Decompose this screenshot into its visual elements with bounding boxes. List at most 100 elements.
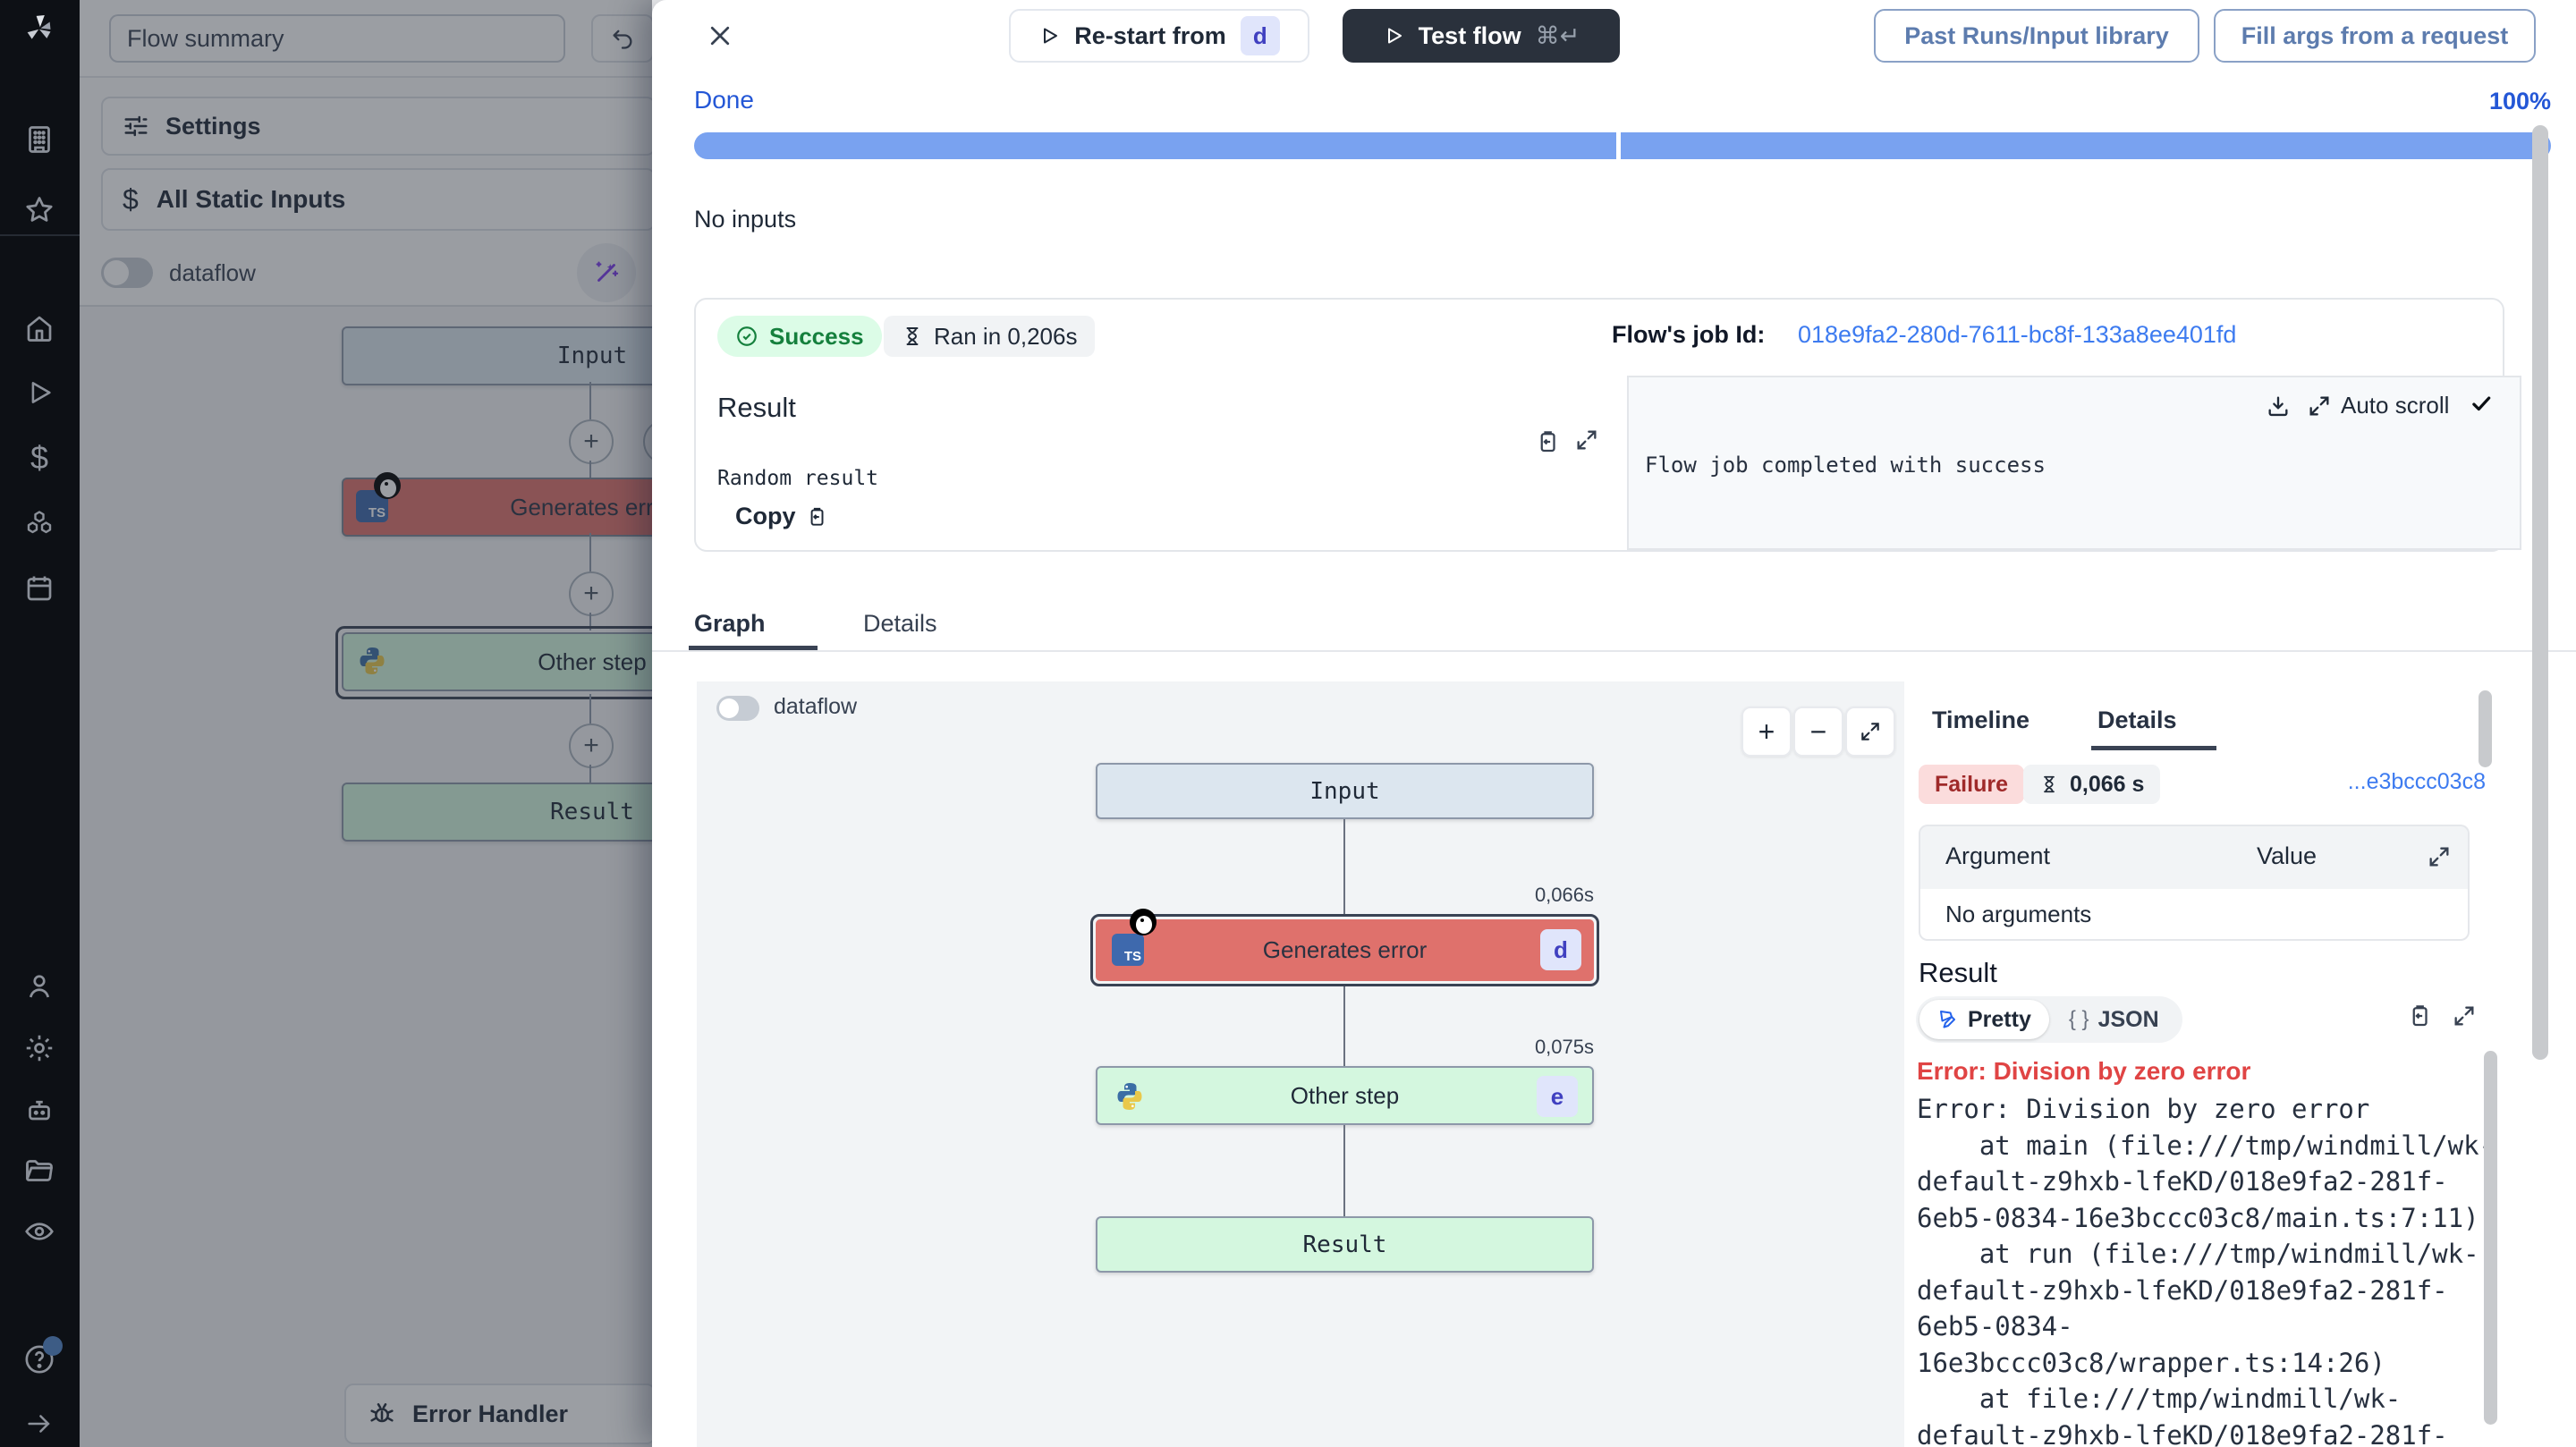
help-icon[interactable] xyxy=(21,1341,57,1377)
variables-dollar-icon[interactable]: $ xyxy=(21,440,57,476)
collapse-arrow-icon[interactable] xyxy=(21,1406,57,1442)
step-details-panel: Timeline Details Failure 0,066 s ...e3bc… xyxy=(1915,681,2541,1447)
fill-args-button[interactable]: Fill args from a request xyxy=(2214,9,2536,63)
schedules-calendar-icon[interactable] xyxy=(21,571,57,606)
result-value: Random result xyxy=(717,467,878,490)
node-label: Generates error xyxy=(1263,936,1428,964)
step-job-link[interactable]: ...e3bccc03c8 xyxy=(2348,769,2486,795)
result-scrollbar[interactable] xyxy=(2484,1051,2497,1425)
workspace-building-icon[interactable] xyxy=(21,122,57,157)
details-panel-scrollbar[interactable] xyxy=(2479,690,2492,767)
duration-badge-label: Ran in 0,206s xyxy=(934,323,1077,351)
windmill-flow-app: $ xyxy=(0,0,2576,1447)
workers-robot-icon[interactable] xyxy=(21,1093,57,1129)
job-id-link[interactable]: 018e9fa2-280d-7611-bc8f-133a8ee401fd xyxy=(1798,321,2236,349)
progress-step-divider xyxy=(1616,132,1621,159)
user-icon[interactable] xyxy=(21,969,57,1004)
stack-line: default-z9hxb-lfeKD/018e9fa2-281f- xyxy=(1917,1417,2489,1447)
json-label: JSON xyxy=(2098,1007,2159,1033)
favorites-star-icon[interactable] xyxy=(21,192,57,228)
graph-node-generates-error-selected[interactable]: TS Generates error d xyxy=(1090,914,1599,986)
graph-node-result[interactable]: Result xyxy=(1096,1216,1594,1273)
graph-node-generates-error: TS Generates error d xyxy=(1096,919,1594,981)
autoscroll-label[interactable]: Auto scroll xyxy=(2341,392,2449,419)
expand-logs-icon[interactable] xyxy=(2307,393,2332,419)
restart-from-button[interactable]: Re-start from d xyxy=(1009,9,1309,63)
copy-result-icon[interactable] xyxy=(1534,427,1561,456)
copy-button[interactable]: Copy xyxy=(735,503,828,530)
pretty-option[interactable]: Pretty xyxy=(1919,1000,2049,1039)
stack-line: at main (file:///tmp/windmill/wk- xyxy=(1917,1128,2489,1164)
help-notification-dot xyxy=(43,1336,63,1356)
graph-node-input[interactable]: Input xyxy=(1096,763,1594,819)
step-duration-label: 0,066 s xyxy=(2070,772,2144,798)
graph-node-other-step[interactable]: Other step e xyxy=(1096,1066,1594,1125)
runs-play-icon[interactable] xyxy=(21,375,57,410)
test-flow-label: Test flow xyxy=(1419,22,1521,50)
expand-result-icon[interactable] xyxy=(1574,427,1599,453)
stack-line: Error: Division by zero error xyxy=(1917,1091,2489,1128)
modal-scrollbar[interactable] xyxy=(2532,125,2548,1060)
tab-graph[interactable]: Graph xyxy=(694,610,766,638)
past-runs-button[interactable]: Past Runs/Input library xyxy=(1874,9,2199,63)
restart-from-label: Re-start from xyxy=(1074,22,1226,50)
copy-step-result-icon[interactable] xyxy=(2406,1002,2433,1030)
run-result-card: Success Ran in 0,206s Flow's job Id: 018… xyxy=(694,298,2504,552)
job-id-label: Flow's job Id: xyxy=(1612,321,1765,349)
run-progress-bar xyxy=(694,132,2551,159)
graph-dataflow-toggle[interactable] xyxy=(716,696,759,721)
error-stack-trace: Error: Division by zero error at main (f… xyxy=(1917,1091,2489,1447)
step-id-badge: e xyxy=(1537,1076,1578,1117)
json-option[interactable]: { } JSON xyxy=(2053,1007,2175,1033)
no-arguments-text: No arguments xyxy=(1945,901,2091,928)
no-inputs-text: No inputs xyxy=(694,206,796,233)
node-label: Other step xyxy=(1291,1082,1399,1110)
tab-step-details[interactable]: Details xyxy=(2097,707,2177,734)
download-logs-icon[interactable] xyxy=(2266,393,2291,419)
stack-line: 16e3bccc03c8/wrapper.ts:14:26) xyxy=(1917,1345,2489,1382)
hourglass-icon xyxy=(2039,774,2059,795)
result-pane-title: Result xyxy=(717,392,796,424)
node-label: Result xyxy=(1303,1231,1387,1258)
play-icon xyxy=(1383,24,1404,47)
duration-badge: Ran in 0,206s xyxy=(884,316,1095,357)
zoom-out-button[interactable]: − xyxy=(1793,707,1843,757)
windmill-logo-icon[interactable] xyxy=(21,11,57,47)
resources-cubes-icon[interactable] xyxy=(21,506,57,542)
modal-backdrop[interactable] xyxy=(80,0,652,1447)
col-value: Value xyxy=(2257,842,2317,870)
home-icon[interactable] xyxy=(21,310,57,346)
hourglass-icon xyxy=(902,325,923,348)
result-pane: Result Random result Copy xyxy=(708,376,1603,539)
fit-view-button[interactable] xyxy=(1845,707,1895,757)
status-badge-label: Success xyxy=(769,323,864,351)
arguments-empty-row: No arguments xyxy=(1919,889,2470,941)
toggle-knob xyxy=(719,698,739,718)
audit-eye-icon[interactable] xyxy=(21,1214,57,1249)
autoscroll-check-icon[interactable] xyxy=(2470,392,2493,415)
test-flow-shortcut: ⌘↵ xyxy=(1536,22,1580,50)
tab-details[interactable]: Details xyxy=(863,610,937,638)
stack-line: at run (file:///tmp/windmill/wk- xyxy=(1917,1236,2489,1273)
expand-step-result-icon[interactable] xyxy=(2452,1003,2477,1028)
step-duration-badge: 0,066 s xyxy=(2023,765,2160,804)
past-runs-label: Past Runs/Input library xyxy=(1904,22,2169,50)
expand-arguments-icon[interactable] xyxy=(2427,844,2452,869)
stack-line: default-z9hxb-lfeKD/018e9fa2-281f- xyxy=(1917,1164,2489,1200)
expand-icon xyxy=(1859,720,1882,743)
deno-icon xyxy=(1130,909,1157,935)
check-circle-icon xyxy=(735,325,758,348)
stack-line: at file:///tmp/windmill/wk- xyxy=(1917,1381,2489,1417)
test-flow-button[interactable]: Test flow ⌘↵ xyxy=(1343,9,1620,63)
python-icon xyxy=(1114,1080,1146,1113)
zoom-in-button[interactable]: + xyxy=(1741,707,1792,757)
tab-timeline[interactable]: Timeline xyxy=(1932,707,2029,734)
folder-icon[interactable] xyxy=(21,1153,57,1189)
fill-args-label: Fill args from a request xyxy=(2241,22,2509,50)
gear-icon[interactable] xyxy=(21,1030,57,1066)
close-button[interactable] xyxy=(699,14,741,57)
stack-line: 6eb5-0834- xyxy=(1917,1308,2489,1345)
typescript-icon: TS xyxy=(1112,934,1144,966)
pretty-label: Pretty xyxy=(1968,1007,2031,1033)
restart-step-badge: d xyxy=(1241,16,1280,55)
